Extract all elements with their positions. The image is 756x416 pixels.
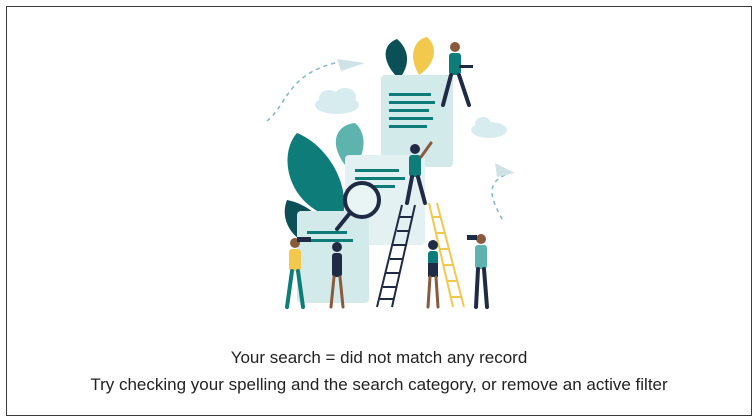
no-results-message: Your search = did not match any record bbox=[230, 348, 528, 367]
cloud-icon bbox=[471, 117, 507, 138]
person-figure bbox=[467, 234, 489, 309]
paper-plane-trail bbox=[491, 174, 506, 222]
no-results-hint: Try checking your spelling and the searc… bbox=[90, 375, 668, 394]
leaf-icon bbox=[385, 39, 408, 79]
search-documents-illustration bbox=[266, 37, 515, 309]
paper-plane-icon bbox=[495, 163, 515, 177]
person-figure bbox=[441, 42, 473, 107]
paper-plane-icon bbox=[337, 59, 365, 71]
leaf-icon bbox=[413, 37, 434, 75]
cloud-icon bbox=[315, 88, 359, 114]
empty-results-panel: Your search = did not match any record T… bbox=[6, 6, 752, 416]
person-figure bbox=[426, 240, 440, 309]
